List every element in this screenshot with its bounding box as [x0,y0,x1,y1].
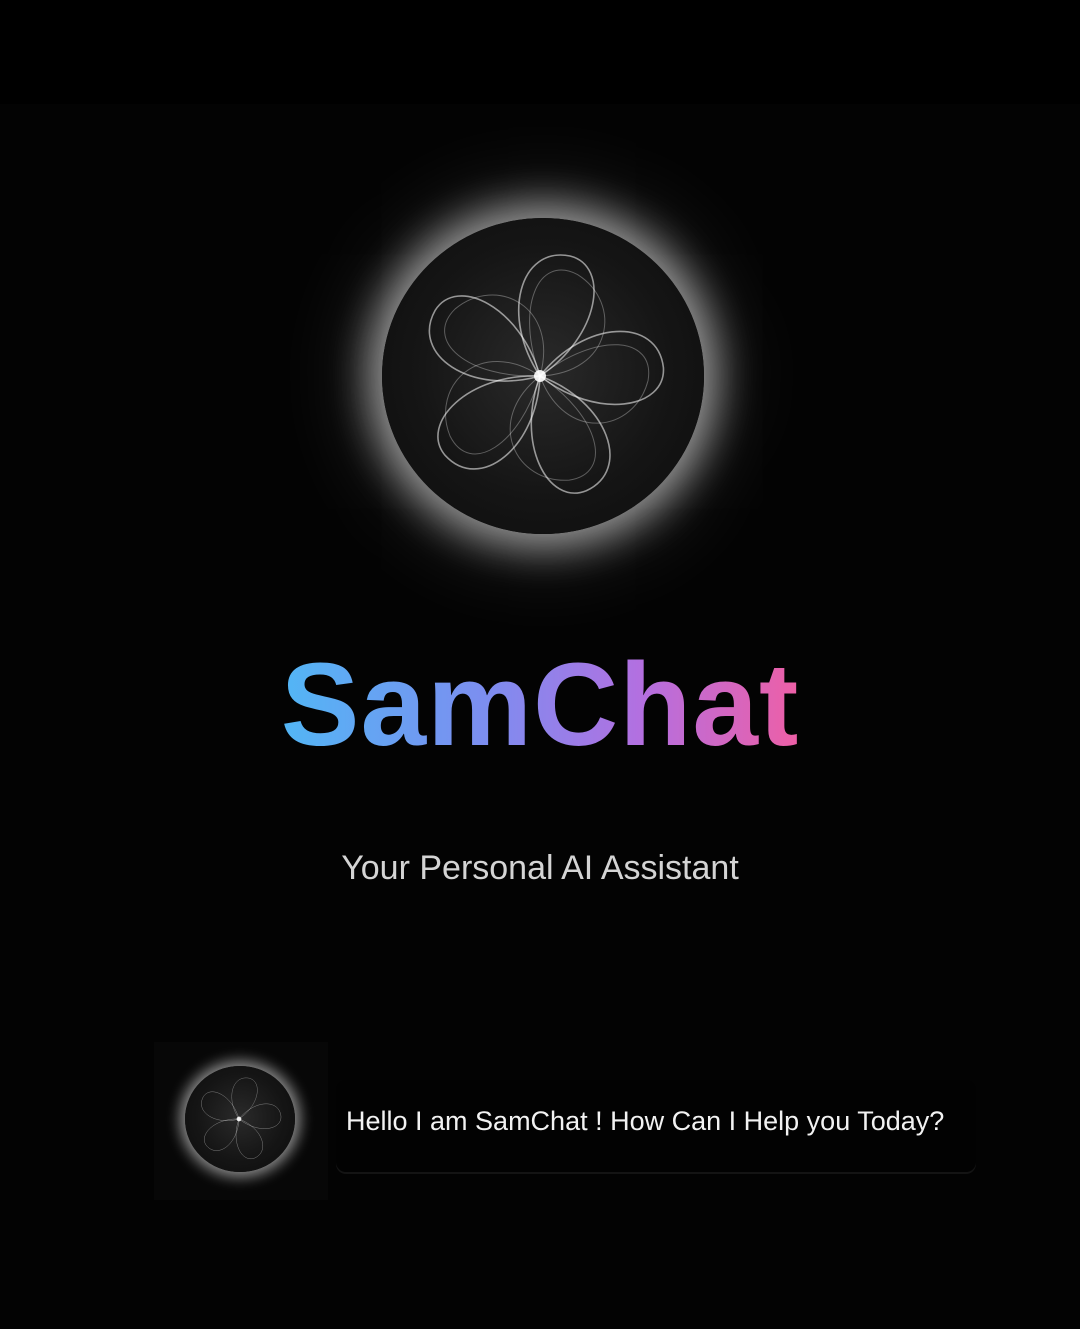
app-title: SamChat [0,640,1080,770]
bot-message-text: Hello I am SamChat ! How Can I Help you … [346,1106,945,1136]
app-title-text: SamChat [280,639,800,771]
bot-message-bubble: Hello I am SamChat ! How Can I Help you … [336,1080,976,1172]
app-subtitle: Your Personal AI Assistant [341,849,739,887]
flower-orb-logo-icon [382,218,704,534]
bot-avatar [154,1042,328,1200]
status-bar-area [0,0,1080,104]
app-screen: SamChat Your Personal AI Assistant Hello… [0,0,1080,1329]
flower-orb-avatar-icon [185,1066,295,1172]
